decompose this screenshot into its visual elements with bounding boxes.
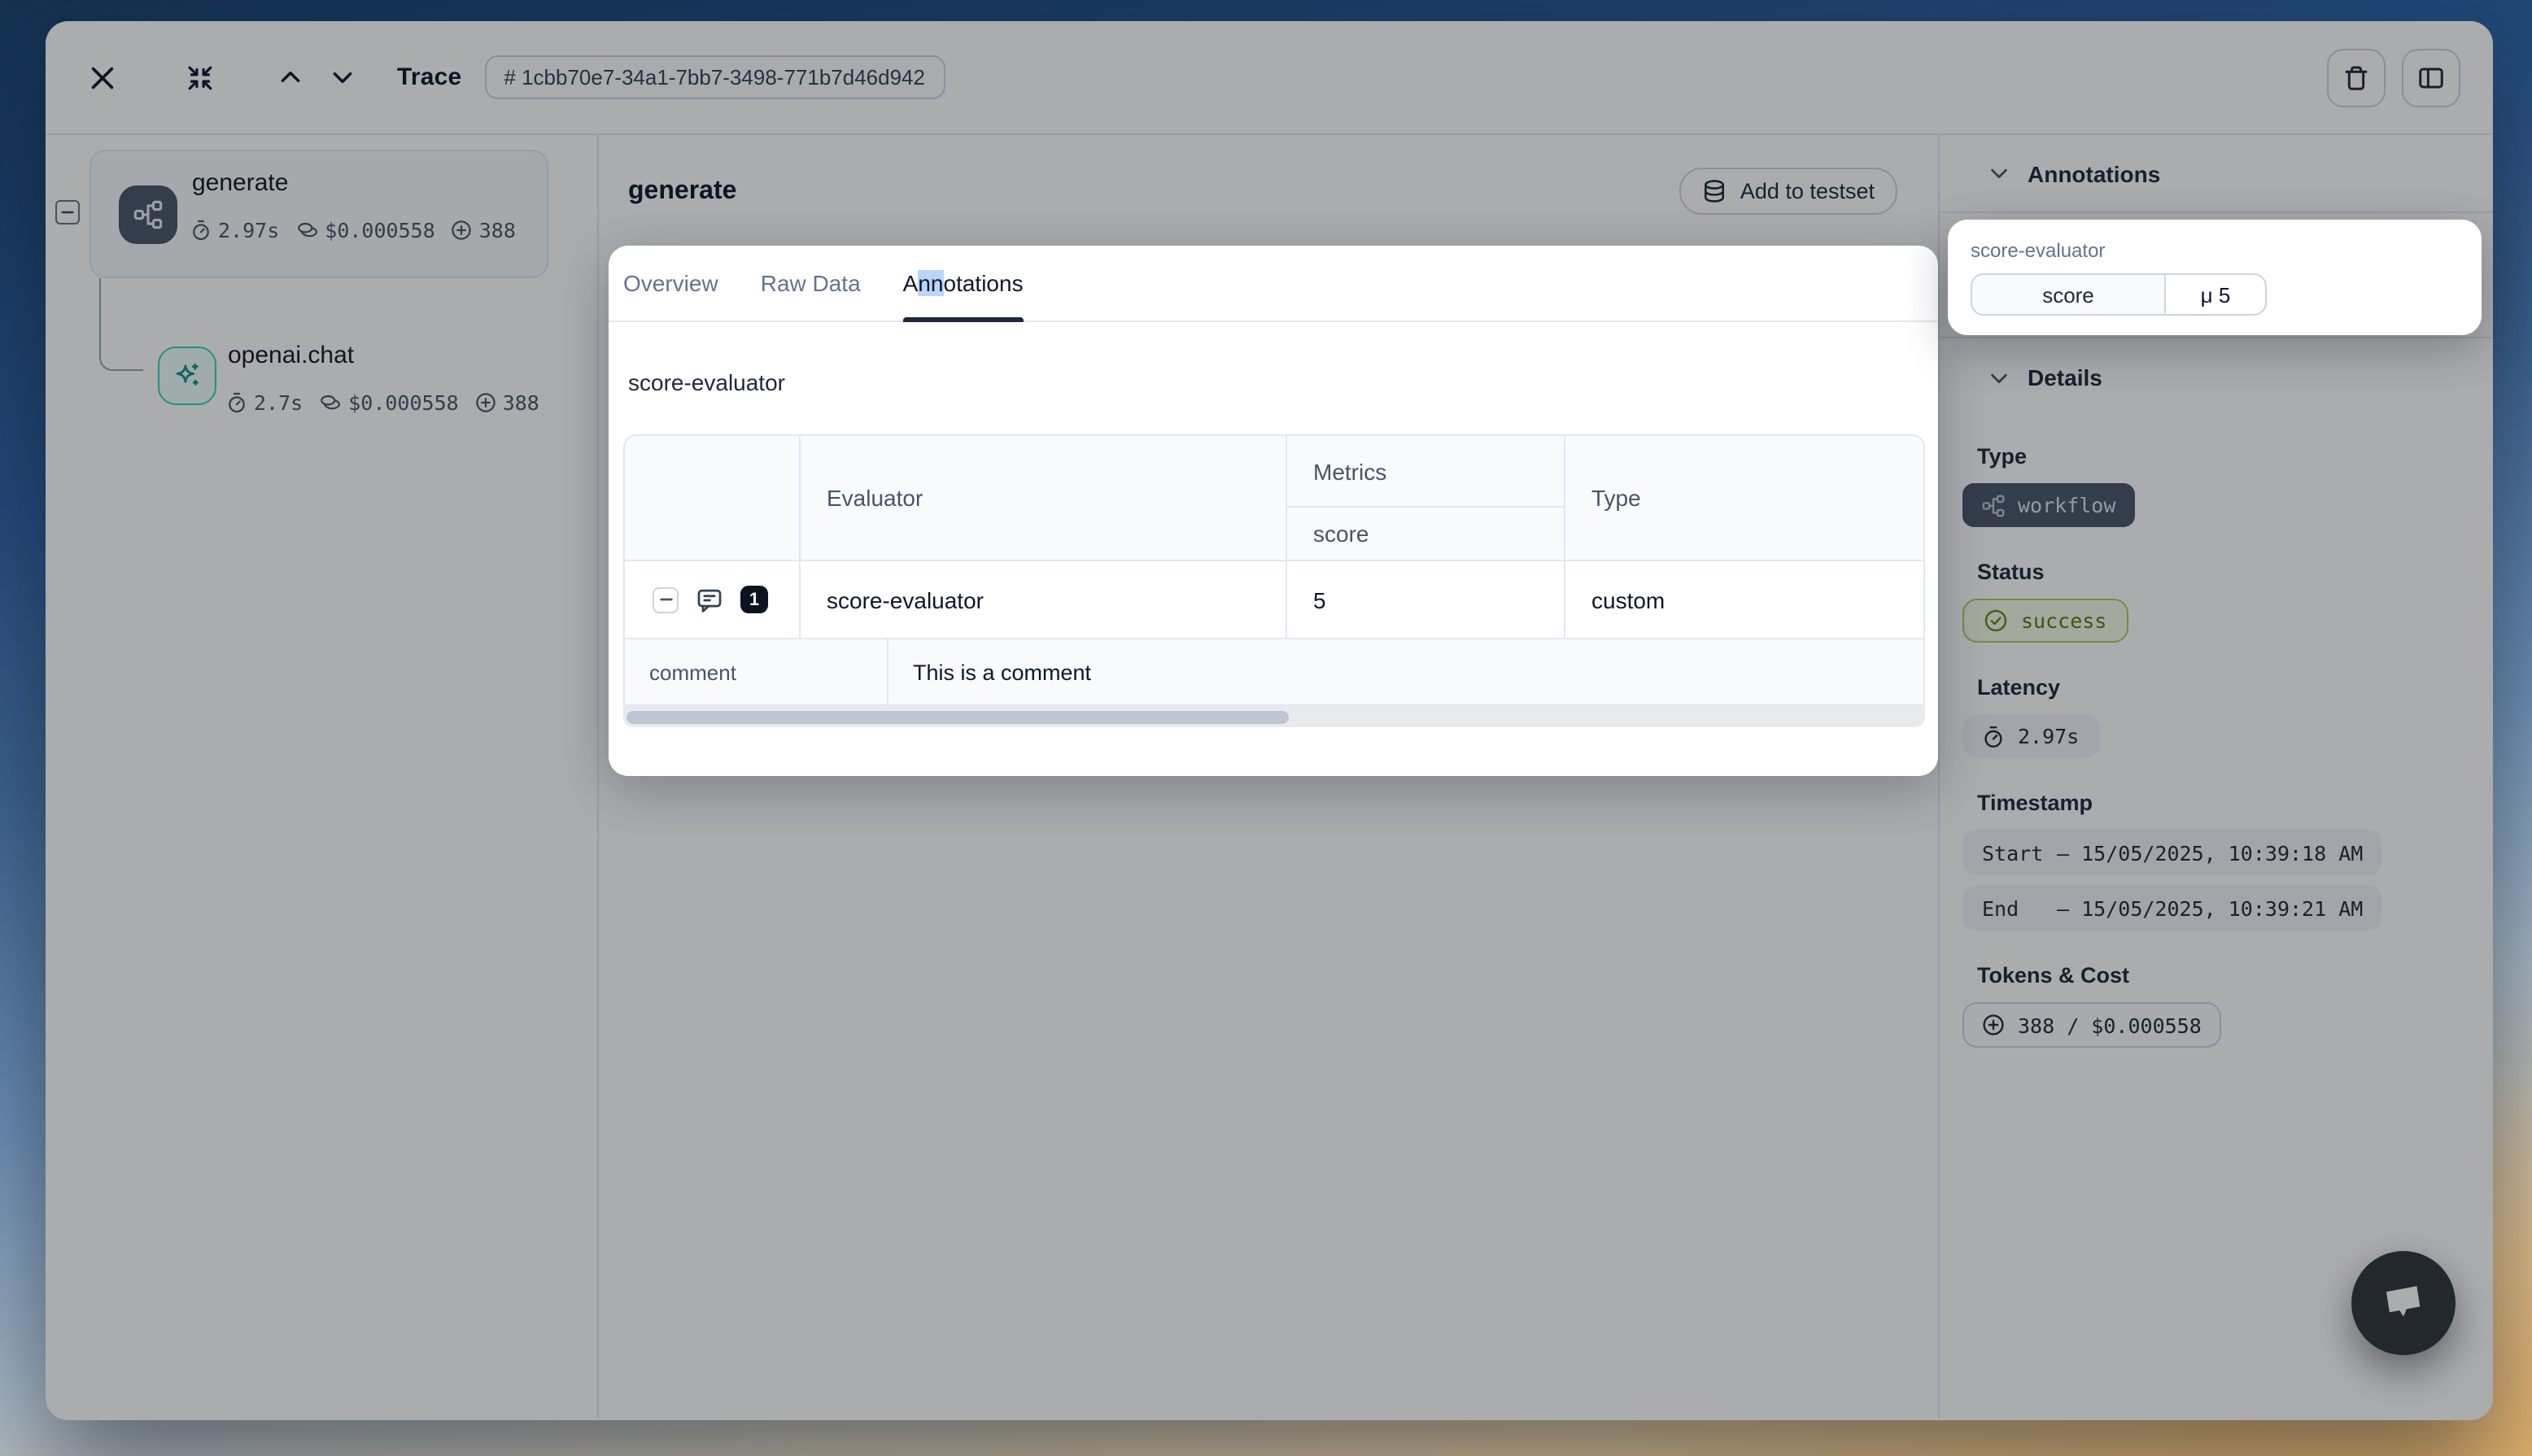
tab-overview[interactable]: Overview: [623, 246, 718, 320]
tree-node-generate[interactable]: generate 2.97s $0.000558 388: [89, 150, 548, 278]
annotations-section-body: score-evaluator score μ 5: [1940, 213, 2493, 338]
timestamp-label: Timestamp: [1977, 791, 2470, 815]
trash-icon: [2343, 64, 2369, 90]
status-badge: success: [1962, 599, 2128, 643]
latency-label: Latency: [1977, 675, 2470, 700]
comment-row: comment This is a comment: [623, 639, 1925, 706]
stopwatch-icon: [190, 220, 212, 241]
details-section-header[interactable]: Details: [1940, 338, 2493, 416]
annotations-tab-panel: Overview Raw Data Annotations score-eval…: [609, 246, 1938, 776]
add-to-testset-button[interactable]: Add to testset: [1680, 168, 1897, 215]
cell-type: custom: [1565, 561, 1923, 638]
evaluator-section-title: score-evaluator: [628, 369, 1938, 395]
workflow-icon: [1982, 494, 2005, 517]
stopwatch-icon: [226, 392, 247, 413]
annotation-metric-pill[interactable]: score μ 5: [1971, 273, 2267, 316]
stopwatch-icon: [1982, 725, 2005, 748]
trace-tree-sidebar: generate 2.97s $0.000558 388 openai.chat…: [46, 135, 599, 1419]
coins-icon: [319, 391, 342, 414]
tab-annotations[interactable]: Annotations: [903, 246, 1024, 320]
next-trace-button[interactable]: [322, 58, 361, 97]
annotations-section-label: Annotations: [2028, 160, 2160, 186]
prev-trace-button[interactable]: [270, 58, 309, 97]
annotations-section-header[interactable]: Annotations: [1940, 135, 2493, 213]
column-header-metrics: Metrics: [1287, 436, 1564, 507]
column-header-type: Type: [1565, 436, 1923, 560]
chevron-down-icon: [1988, 163, 2010, 184]
column-header-evaluator: Evaluator: [801, 436, 1287, 560]
plus-circle-icon: [1982, 1014, 2005, 1036]
tokens-icon: [452, 220, 473, 241]
row-checkbox-indeterminate[interactable]: [653, 586, 679, 612]
start-timestamp-badge: Start– 15/05/2025, 10:39:18 AM: [1962, 830, 2382, 875]
side-panel-icon: [2418, 64, 2444, 90]
trace-topbar: Trace # 1cbb70e7-34a1-7bb7-3498-771b7d46…: [46, 21, 2493, 135]
type-label: Type: [1977, 444, 2470, 469]
tree-collapse-toggle[interactable]: [55, 200, 80, 225]
metric-mean-value: μ 5: [2166, 275, 2265, 314]
coins-icon: [295, 219, 318, 242]
trace-id-badge[interactable]: # 1cbb70e7-34a1-7bb7-3498-771b7d46d942: [484, 55, 945, 99]
toggle-sidepanel-button[interactable]: [2402, 48, 2460, 107]
sparkles-icon: [158, 347, 216, 405]
delete-trace-button[interactable]: [2327, 48, 2386, 107]
comment-count-badge: 1: [740, 586, 768, 613]
horizontal-scrollbar[interactable]: [623, 706, 1925, 727]
tree-node-stats: 2.97s $0.000558 388: [190, 218, 516, 242]
database-icon: [1703, 179, 1727, 203]
scrollbar-thumb[interactable]: [626, 710, 1289, 723]
annotation-card[interactable]: score-evaluator score μ 5: [1948, 220, 2482, 335]
tokens-cost-badge: 388 / $0.000558: [1962, 1002, 2221, 1048]
details-section-body: Type workflow Status: [1940, 416, 2493, 1080]
chat-bubble-icon: [2379, 1279, 2428, 1327]
minus-icon: [60, 205, 75, 220]
status-label: Status: [1977, 560, 2470, 584]
tab-raw-data[interactable]: Raw Data: [761, 246, 861, 320]
tokens-icon: [475, 392, 496, 413]
close-icon: [89, 64, 116, 90]
text-selection-highlight: nn: [918, 270, 943, 296]
close-button[interactable]: [81, 56, 124, 98]
comment-key: comment: [625, 639, 888, 704]
page-title: Trace: [397, 63, 461, 91]
screen: Trace # 1cbb70e7-34a1-7bb7-3498-771b7d46…: [0, 0, 2532, 1456]
tab-bar: Overview Raw Data Annotations: [609, 246, 1938, 322]
annotation-evaluator-name: score-evaluator: [1971, 239, 2459, 262]
tree-connector-line: [99, 278, 143, 371]
cell-evaluator: score-evaluator: [801, 561, 1287, 638]
type-badge: workflow: [1962, 483, 2135, 527]
cell-score: 5: [1287, 561, 1565, 638]
collapse-view-button[interactable]: [179, 56, 221, 98]
chat-launcher-button[interactable]: [2351, 1251, 2456, 1355]
chevron-up-icon: [277, 65, 302, 89]
details-sidebar: Annotations score-evaluator score μ 5: [1938, 135, 2493, 1419]
chevron-down-icon: [330, 65, 354, 89]
chevron-down-icon: [1988, 367, 2010, 388]
metric-name: score: [1972, 275, 2166, 314]
table-header: Evaluator Metrics score Type: [623, 434, 1925, 561]
end-timestamp-badge: End– 15/05/2025, 10:39:21 AM: [1962, 885, 2382, 931]
tree-node-stats: 2.7s $0.000558 388: [226, 390, 539, 415]
trace-modal: Trace # 1cbb70e7-34a1-7bb7-3498-771b7d46…: [46, 21, 2493, 1420]
latency-badge: 2.97s: [1962, 714, 2098, 758]
details-section-label: Details: [2028, 364, 2102, 390]
comment-bubble-icon[interactable]: [696, 586, 722, 612]
span-title: generate: [628, 177, 736, 207]
column-subheader-score: score: [1287, 507, 1564, 560]
workflow-icon: [119, 185, 177, 244]
evaluator-table: Evaluator Metrics score Type: [623, 434, 1925, 727]
comment-value: This is a comment: [888, 639, 1923, 704]
shrink-icon: [187, 64, 213, 90]
tree-node-openai-chat[interactable]: openai.chat 2.7s $0.000558 388: [158, 342, 581, 456]
table-row[interactable]: 1 score-evaluator 5 custom: [623, 561, 1925, 639]
tree-node-name: generate: [192, 169, 288, 197]
tree-node-name: openai.chat: [228, 342, 354, 369]
main-panel: generate Add to testset Overview Raw Dat…: [599, 135, 1938, 1419]
tokens-cost-label: Tokens & Cost: [1977, 963, 2470, 987]
check-circle-icon: [1984, 608, 2008, 633]
